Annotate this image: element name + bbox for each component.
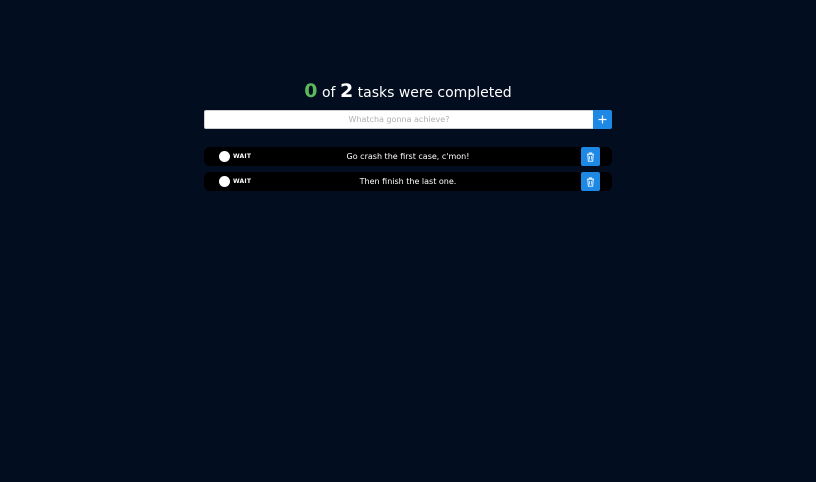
task-row: WAIT Then finish the last one. [204,172,612,191]
trash-icon [587,177,594,187]
add-task-button[interactable] [593,110,612,129]
delete-task-button[interactable] [581,172,600,191]
completion-summary: 0 of 2 tasks were completed [204,78,612,106]
plus-icon [598,115,607,124]
completed-count: 0 [304,80,318,102]
total-count: 2 [339,80,354,102]
summary-of-label: of [321,85,336,101]
new-task-input[interactable] [204,110,593,129]
circle-checkbox-icon[interactable] [219,151,230,162]
task-row: WAIT Go crash the first case, c'mon! [204,147,612,166]
task-list: WAIT Go crash the first case, c'mon! WAI… [204,147,612,197]
summary-suffix-label: tasks were completed [357,85,512,101]
circle-checkbox-icon[interactable] [219,176,230,187]
todo-app: 0 of 2 tasks were completed WAIT Go cras… [0,0,816,482]
delete-task-button[interactable] [581,147,600,166]
new-task-form [204,110,612,129]
trash-icon [587,152,594,162]
task-text: Go crash the first case, c'mon! [346,152,470,161]
task-text: Then finish the last one. [359,177,457,186]
